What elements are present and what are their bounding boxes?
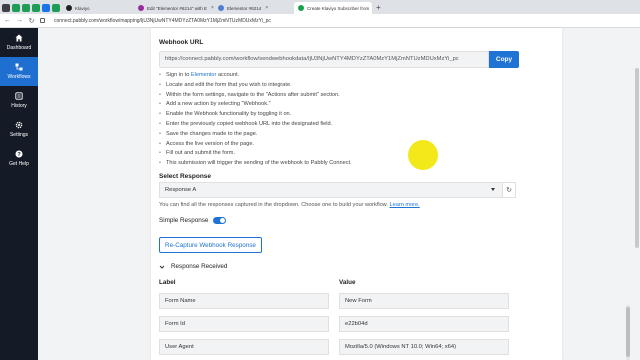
tab-label: Create Klaviyo Subscriber from bbox=[307, 5, 370, 11]
learn-more-link[interactable]: Learn more. bbox=[390, 202, 420, 208]
helper-text-body: You can find all the responses captured … bbox=[159, 202, 388, 208]
tab-label: Klaviyo bbox=[75, 5, 90, 11]
scrollbar-thumb[interactable] bbox=[635, 68, 639, 248]
list-item: Locate and edit the form that you wish t… bbox=[159, 81, 352, 91]
chevron-down-icon[interactable] bbox=[159, 264, 165, 270]
tab-label: Edit "Elementor #6214" with E bbox=[147, 5, 207, 11]
response-received-label: Response Received bbox=[171, 263, 228, 270]
list-item: Access the live version of the page. bbox=[159, 140, 352, 150]
help-icon: ? bbox=[15, 150, 23, 158]
list-item: Save the changes made to the page. bbox=[159, 130, 352, 140]
webhook-url-field[interactable]: https://connect.pabbly.com/workflow/send… bbox=[159, 51, 489, 68]
main-content: Webhook URL https://connect.pabbly.com/w… bbox=[38, 28, 640, 360]
simple-response-toggle[interactable] bbox=[213, 217, 227, 224]
chevron-down-icon bbox=[491, 188, 495, 191]
sidebar-item-history[interactable]: History bbox=[0, 86, 38, 115]
docs-icon[interactable] bbox=[42, 4, 50, 12]
column-header-label: Label bbox=[159, 279, 176, 286]
instruction-list: Sign in to Elementor account. Locate and… bbox=[159, 71, 352, 169]
tab-edit-elementor[interactable]: Edit "Elementor #6214" with E × bbox=[134, 2, 214, 14]
refresh-button[interactable]: ↻ bbox=[503, 182, 516, 198]
select-response-label: Select Response bbox=[159, 173, 212, 180]
trigger-config-card: Webhook URL https://connect.pabbly.com/w… bbox=[151, 28, 630, 360]
list-item: Enter the previously copied webhook URL … bbox=[159, 120, 352, 130]
list-item: Add a new action by selecting "Webhook." bbox=[159, 100, 352, 110]
workflow-icon bbox=[15, 63, 23, 71]
sidebar-item-label: Settings bbox=[9, 132, 29, 138]
sidebar-item-label: Get Help bbox=[9, 161, 29, 167]
step-text: account. bbox=[216, 72, 240, 78]
refresh-icon: ↻ bbox=[506, 187, 512, 194]
tab-label: Elementor #6214 bbox=[227, 5, 262, 11]
elementor-link[interactable]: Elementor bbox=[191, 72, 217, 78]
list-item: Within the form settings, navigate to th… bbox=[159, 91, 352, 101]
sheets-icon[interactable] bbox=[22, 4, 30, 12]
response-received-header[interactable]: Response Received bbox=[159, 263, 227, 270]
webhook-url-title: Webhook URL bbox=[159, 39, 204, 46]
sidebar-item-get-help[interactable]: ? Get Help bbox=[0, 144, 38, 173]
sheets-icon[interactable] bbox=[12, 4, 20, 12]
webhook-url-row: https://connect.pabbly.com/workflow/send… bbox=[159, 51, 519, 68]
tab-klaviyo[interactable]: Klaviyo bbox=[62, 2, 134, 14]
address-bar: ← → ↻ connect.pabbly.com/workflow/mappin… bbox=[0, 14, 640, 28]
home-icon bbox=[15, 34, 23, 42]
close-icon[interactable]: × bbox=[265, 5, 268, 11]
wordpress-icon bbox=[218, 5, 224, 11]
cursor-highlight bbox=[408, 140, 438, 170]
recapture-webhook-button[interactable]: Re-Capture Webhook Response bbox=[159, 237, 262, 253]
browser-tab-bar: Klaviyo Edit "Elementor #6214" with E × … bbox=[0, 0, 640, 14]
sidebar-item-label: History bbox=[11, 103, 27, 109]
pinned-tabs bbox=[2, 2, 60, 14]
sheets-icon[interactable] bbox=[52, 4, 60, 12]
list-item: Sign in to Elementor account. bbox=[159, 71, 352, 81]
simple-response-label: Simple Response bbox=[159, 217, 209, 224]
sidebar-item-dashboard[interactable]: Dashboard bbox=[0, 28, 38, 57]
select-response-row: Response A ↻ bbox=[159, 182, 516, 198]
simple-response-row: Simple Response bbox=[159, 217, 227, 224]
gear-icon bbox=[15, 121, 23, 129]
url-field[interactable]: connect.pabbly.com/workflow/mapping/IjU3… bbox=[54, 18, 271, 24]
forward-icon[interactable]: → bbox=[16, 17, 23, 24]
helper-text: You can find all the responses captured … bbox=[159, 202, 420, 208]
list-item: Fill out and submit the form. bbox=[159, 149, 352, 159]
tab-pabbly[interactable]: Create Klaviyo Subscriber from × bbox=[294, 2, 372, 14]
back-icon[interactable]: ← bbox=[4, 17, 11, 24]
response-dropdown[interactable]: Response A bbox=[159, 182, 503, 198]
history-icon bbox=[15, 92, 23, 100]
lock-icon[interactable] bbox=[40, 18, 45, 23]
window-menu-icon[interactable] bbox=[2, 4, 10, 12]
pabbly-icon bbox=[298, 5, 304, 11]
response-label-field: User Agent bbox=[159, 339, 329, 355]
response-label-field: Form Name bbox=[159, 293, 329, 309]
response-value-field[interactable]: New Form bbox=[339, 293, 509, 309]
sidebar-item-workflows[interactable]: Workflows bbox=[0, 57, 38, 86]
new-tab-button[interactable]: + bbox=[376, 2, 381, 14]
response-value-field[interactable]: Mozilla/5.0 (Windows NT 10.0; Win64; x64… bbox=[339, 339, 509, 355]
sheets-icon[interactable] bbox=[32, 4, 40, 12]
reload-icon[interactable]: ↻ bbox=[28, 17, 35, 25]
copy-button[interactable]: Copy bbox=[489, 51, 519, 68]
dropdown-value: Response A bbox=[165, 187, 197, 193]
step-text: Sign in to bbox=[166, 72, 191, 78]
list-item: Enable the Webhook functionality by togg… bbox=[159, 110, 352, 120]
column-header-value: Value bbox=[339, 279, 356, 286]
tab-elementor[interactable]: Elementor #6214 × bbox=[214, 2, 294, 14]
sidebar-item-settings[interactable]: Settings bbox=[0, 115, 38, 144]
screen: Klaviyo Edit "Elementor #6214" with E × … bbox=[0, 0, 640, 360]
scrollbar-thumb[interactable] bbox=[626, 307, 630, 357]
sidebar-item-label: Dashboard bbox=[6, 45, 32, 51]
elementor-icon bbox=[138, 5, 144, 11]
response-scrollbar[interactable] bbox=[626, 305, 630, 360]
page-scrollbar[interactable] bbox=[634, 28, 640, 360]
sidebar-item-label: Workflows bbox=[7, 74, 31, 80]
list-item: This submission will trigger the sending… bbox=[159, 159, 352, 169]
sidebar: Dashboard Workflows History Settings ? G… bbox=[0, 28, 38, 360]
response-value-field[interactable]: e22b04d bbox=[339, 316, 509, 332]
response-label-field: Form Id bbox=[159, 316, 329, 332]
klaviyo-icon bbox=[66, 5, 72, 11]
